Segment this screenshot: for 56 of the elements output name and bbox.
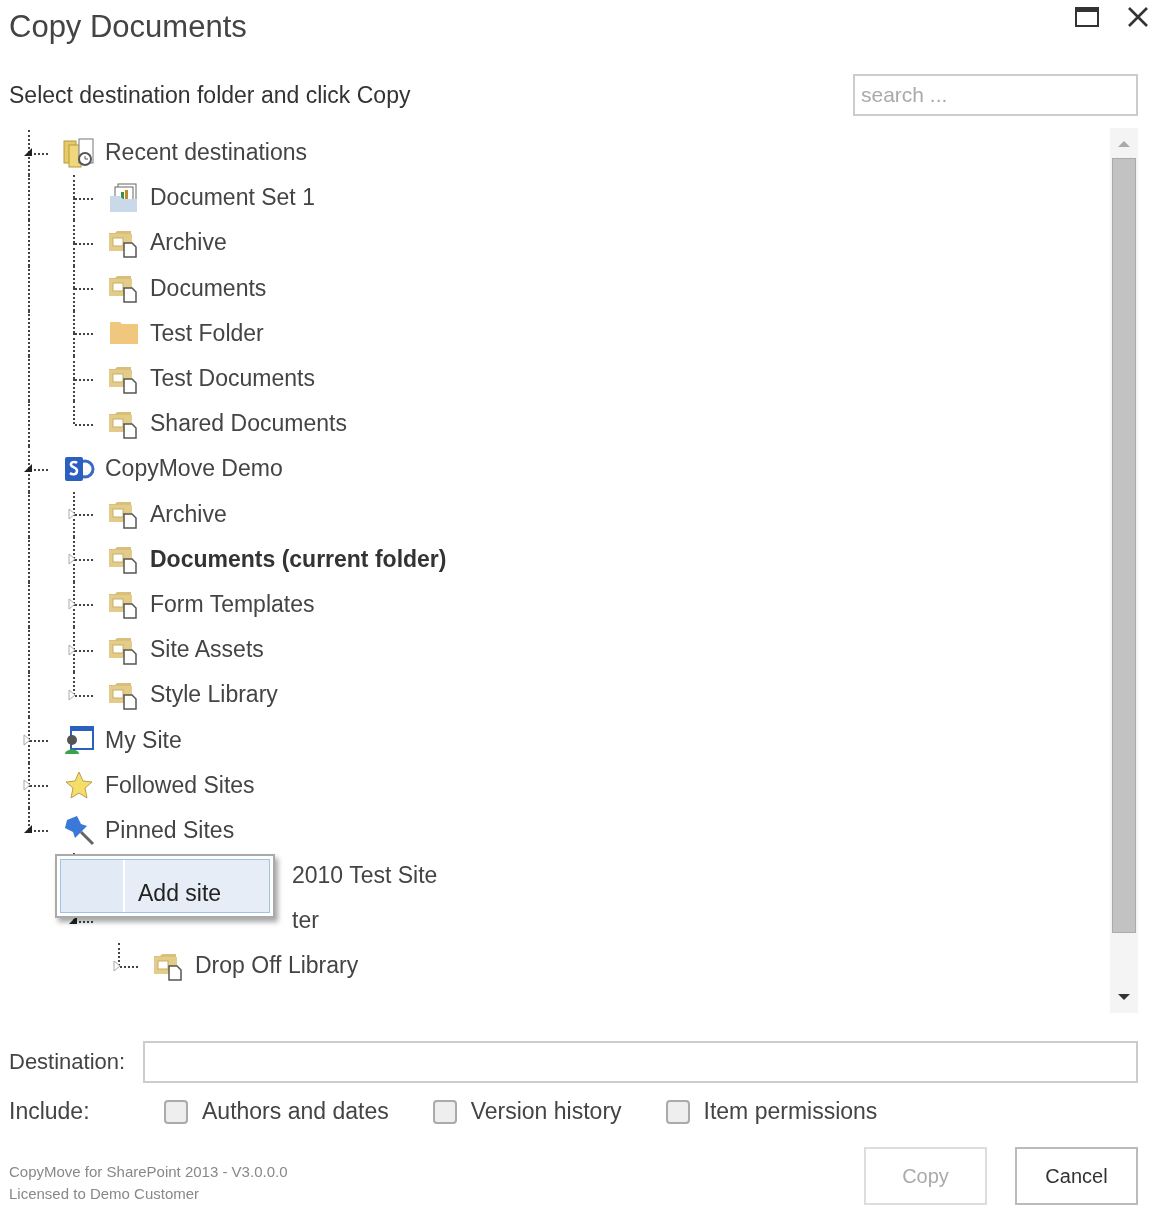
tree-item[interactable]: My Site [105, 726, 182, 754]
menu-item[interactable]: Add site [60, 859, 270, 913]
person-page-icon [63, 724, 95, 757]
collapsed-arrow-icon[interactable] [23, 734, 31, 747]
tree-item[interactable]: Site Assets [150, 636, 264, 664]
tree-item[interactable]: Test Folder [150, 319, 264, 347]
tree-item[interactable]: Recent destinations [105, 139, 307, 167]
tree-item[interactable]: Documents (current folder) [150, 545, 447, 573]
tree-item[interactable]: Documents [150, 274, 267, 302]
tree-item[interactable]: Style Library [150, 681, 278, 709]
collapsed-arrow-icon[interactable] [68, 598, 76, 611]
dialog-button[interactable]: Cancel [1015, 1147, 1138, 1205]
document-set-icon [108, 181, 140, 214]
tree-item[interactable]: Followed Sites [105, 771, 255, 799]
checkbox[interactable] [665, 1099, 690, 1124]
collapsed-arrow-icon[interactable] [68, 553, 76, 566]
license-text: Licensed to Demo Customer [9, 1184, 201, 1204]
tree-item[interactable]: Document Set 1 [150, 184, 315, 212]
checkbox[interactable] [164, 1099, 188, 1124]
window-title: Copy Documents [9, 8, 247, 45]
expanded-arrow-icon[interactable] [23, 462, 33, 473]
collapsed-arrow-icon[interactable] [23, 779, 31, 792]
star-icon [63, 769, 95, 802]
close-icon[interactable] [1127, 6, 1149, 28]
checkbox-label[interactable]: Authors and dates [202, 1098, 389, 1125]
maximize-icon[interactable] [1075, 7, 1099, 27]
scrollbar[interactable] [1110, 128, 1138, 1013]
instruction-text: Select destination folder and click Copy [9, 81, 411, 109]
search-field[interactable]: search ... [853, 74, 1138, 116]
scroll-down-icon[interactable] [1117, 993, 1131, 1001]
checkbox-label[interactable]: Version history [470, 1098, 622, 1125]
tree-item[interactable]: CopyMove Demo [105, 455, 283, 483]
product-version-text: CopyMove for SharePoint 2013 - V3.0.0.0 [9, 1162, 288, 1182]
tree-item[interactable]: 2010 Test Site [292, 862, 438, 890]
tree-item[interactable]: Form Templates [150, 590, 315, 618]
tree-item[interactable]: Test Documents [150, 365, 315, 393]
expanded-arrow-icon[interactable] [23, 146, 33, 157]
checkbox[interactable] [432, 1099, 457, 1124]
collapsed-arrow-icon[interactable] [68, 508, 76, 521]
tree-item[interactable]: ter [292, 907, 319, 935]
tree-item[interactable]: Pinned Sites [105, 816, 235, 844]
tree-item[interactable]: Drop Off Library [195, 952, 359, 980]
include-label: Include: [9, 1098, 91, 1125]
collapsed-arrow-icon[interactable] [68, 688, 76, 701]
collapsed-arrow-icon[interactable] [113, 959, 121, 972]
folders-clock-icon [63, 136, 95, 169]
destination-label: Destination: [9, 1049, 126, 1075]
tree-item[interactable]: Shared Documents [150, 410, 347, 438]
tree-item[interactable]: Archive [150, 500, 227, 528]
expanded-arrow-icon[interactable] [23, 824, 33, 835]
scroll-thumb[interactable] [1112, 158, 1136, 933]
pushpin-icon [63, 814, 95, 847]
collapsed-arrow-icon[interactable] [68, 643, 76, 656]
tree-item[interactable]: Archive [150, 229, 227, 257]
destination-field[interactable] [143, 1041, 1138, 1083]
checkbox-label[interactable]: Item permissions [703, 1098, 878, 1125]
